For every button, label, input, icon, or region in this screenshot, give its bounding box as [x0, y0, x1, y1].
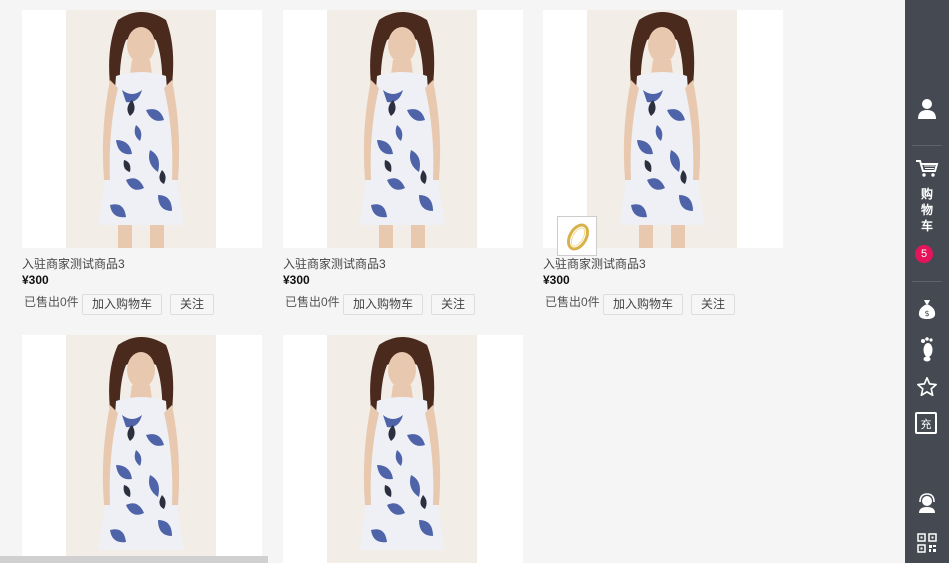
dress-photo: [66, 10, 216, 248]
dress-photo: [327, 335, 477, 563]
cart-count-badge: 5: [915, 245, 933, 263]
follow-button[interactable]: 关注: [691, 294, 735, 315]
add-to-cart-button[interactable]: 加入购物车: [343, 294, 423, 315]
cart-label[interactable]: 购 物 车: [905, 186, 949, 234]
product-image[interactable]: [283, 335, 523, 563]
sold-count: 已售出0件: [285, 295, 340, 309]
product-grid: 入驻商家测试商品3 ¥300 已售出0件 加入购物车 关注 入驻商家测试商品3 …: [0, 0, 905, 563]
user-icon: [918, 99, 936, 119]
product-name[interactable]: 入驻商家测试商品3: [283, 255, 386, 272]
model-figure: [66, 10, 216, 248]
right-toolbar: 购 物 车 $ 充: [905, 0, 949, 563]
dress-photo: [587, 10, 737, 248]
product-card: [22, 335, 262, 563]
product-name[interactable]: 入驻商家测试商品3: [22, 255, 125, 272]
favorites-button[interactable]: [905, 376, 949, 398]
ring-thumbnail[interactable]: [557, 216, 597, 256]
follow-button[interactable]: 关注: [170, 294, 214, 315]
horizontal-scrollbar[interactable]: [0, 556, 268, 563]
product-image[interactable]: [283, 10, 523, 248]
add-to-cart-button[interactable]: 加入购物车: [603, 294, 683, 315]
product-name[interactable]: 入驻商家测试商品3: [543, 255, 646, 272]
divider: [912, 145, 942, 146]
cart-icon: [916, 160, 939, 177]
customer-service-icon: [919, 493, 935, 513]
footprint-icon: [921, 337, 933, 362]
footprint-button[interactable]: [905, 336, 949, 362]
user-button[interactable]: [905, 98, 949, 120]
charge-icon[interactable]: 充: [915, 412, 937, 434]
qrcode-button[interactable]: [905, 533, 949, 553]
model-figure: [587, 10, 737, 248]
sold-count: 已售出0件: [545, 295, 600, 309]
ring-icon: [567, 223, 589, 251]
follow-button[interactable]: 关注: [431, 294, 475, 315]
money-bag-icon: $: [918, 300, 936, 319]
model-figure: [66, 335, 216, 563]
product-image[interactable]: [22, 10, 262, 248]
product-price: ¥300: [543, 273, 570, 287]
product-card: 入驻商家测试商品3 ¥300 已售出0件 加入购物车 关注: [543, 10, 783, 320]
assets-button[interactable]: $: [905, 298, 949, 320]
dress-photo: [66, 335, 216, 563]
product-card: [283, 335, 523, 563]
model-figure: [327, 10, 477, 248]
star-icon: [917, 377, 937, 397]
sold-count: 已售出0件: [24, 295, 79, 309]
qrcode-icon: [917, 533, 937, 553]
product-image[interactable]: [22, 335, 262, 563]
dress-photo: [327, 10, 477, 248]
product-card: 入驻商家测试商品3 ¥300 已售出0件 加入购物车 关注: [283, 10, 523, 320]
add-to-cart-button[interactable]: 加入购物车: [82, 294, 162, 315]
product-price: ¥300: [283, 273, 310, 287]
svg-text:$: $: [924, 309, 929, 318]
customer-service-button[interactable]: [905, 493, 949, 513]
divider: [912, 281, 942, 282]
cart-button[interactable]: [905, 158, 949, 178]
product-image[interactable]: [543, 10, 783, 248]
model-figure: [327, 335, 477, 563]
product-price: ¥300: [22, 273, 49, 287]
product-card: 入驻商家测试商品3 ¥300 已售出0件 加入购物车 关注: [22, 10, 262, 320]
